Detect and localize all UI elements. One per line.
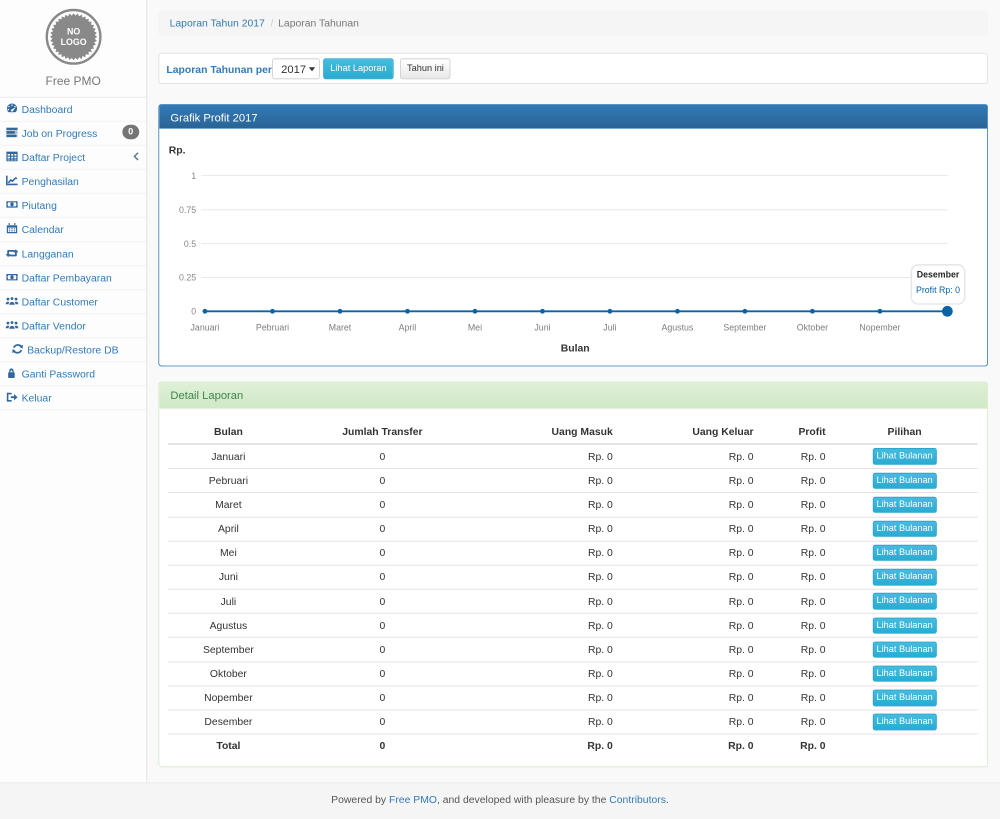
svg-text:Bulan: Bulan (561, 344, 590, 355)
svg-text:0: 0 (191, 306, 196, 316)
svg-text:1: 1 (191, 171, 196, 181)
svg-text:0.5: 0.5 (184, 239, 196, 249)
svg-text:Agustus: Agustus (662, 322, 694, 332)
svg-text:Juni: Juni (534, 322, 550, 332)
svg-text:April: April (399, 322, 417, 332)
svg-text:September: September (723, 322, 766, 332)
svg-text:Oktober: Oktober (797, 322, 828, 332)
svg-text:NO: NO (67, 26, 80, 36)
svg-text:Nopember: Nopember (859, 322, 900, 332)
svg-text:Pebruari: Pebruari (256, 322, 289, 332)
svg-text:Januari: Januari (191, 322, 220, 332)
svg-text:0.25: 0.25 (179, 273, 196, 283)
svg-text:0.75: 0.75 (179, 205, 196, 215)
svg-text:Juli: Juli (603, 322, 616, 332)
svg-text:Mei: Mei (468, 322, 482, 332)
svg-text:LOGO: LOGO (60, 37, 86, 47)
svg-text:Maret: Maret (329, 322, 352, 332)
